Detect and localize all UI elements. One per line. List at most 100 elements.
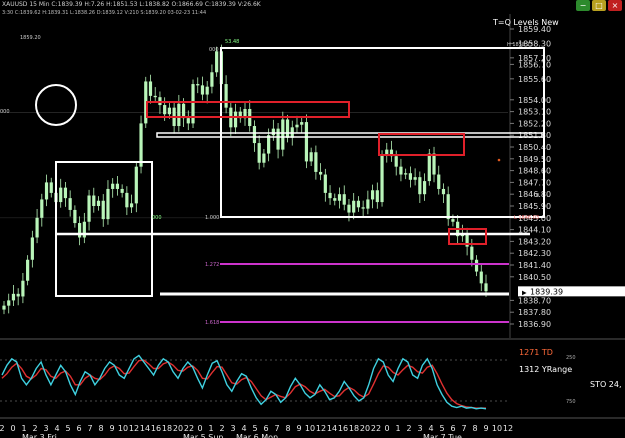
x-tick-label: 20	[173, 424, 183, 433]
y-tick-label: 1842.30	[518, 249, 551, 258]
candle-body	[115, 183, 120, 189]
ohlc-subline: 3:30 C:1839.62 H:1839.31 L:1838.26 D:183…	[2, 10, 207, 16]
x-tick-label: 2	[406, 424, 411, 433]
y-tick-label: 1850.40	[518, 143, 551, 152]
candle-body	[205, 86, 209, 95]
x-tick-label: 22	[184, 424, 194, 433]
circle-marker	[35, 84, 77, 126]
y-tick-label: 1854.00	[518, 96, 551, 105]
osc-750-label: 750	[566, 399, 576, 405]
current-price-arrow: ▶	[522, 289, 527, 296]
candle-body	[129, 203, 134, 208]
x-tick-label: 7	[461, 424, 466, 433]
box-bottom-left-label: 1.000	[205, 215, 219, 221]
candle-body	[441, 188, 446, 195]
x-tick-label: 2	[219, 424, 224, 433]
box-top-right-label: H 1858.13	[507, 42, 533, 48]
x-tick-label: 1	[208, 424, 213, 433]
candle-body	[200, 85, 205, 95]
x-tick-label: 10	[118, 424, 128, 433]
x-tick-label: 8	[285, 424, 290, 433]
x-tick-label: 1	[395, 424, 400, 433]
candle-body	[257, 143, 261, 163]
candle-body	[276, 128, 280, 150]
x-tick-label: 14	[140, 424, 150, 433]
candle-body	[262, 153, 266, 163]
close-button[interactable]: ×	[608, 0, 622, 11]
candle-body	[422, 181, 427, 195]
candle-body	[479, 271, 483, 284]
candle-body	[333, 198, 337, 201]
candle-body	[370, 190, 375, 200]
y-tick-label: 1840.50	[518, 273, 551, 282]
candle-body	[111, 183, 115, 189]
candle-body	[347, 204, 351, 213]
candle-body	[96, 200, 101, 206]
candle-body	[295, 124, 299, 128]
candle-body	[2, 305, 6, 310]
left-box-label: 000	[152, 215, 162, 221]
y-tick-label: 1853.10	[518, 108, 551, 117]
candle-body	[215, 51, 219, 73]
candle-body	[87, 195, 91, 222]
candle-body	[49, 182, 53, 193]
candle-body	[92, 195, 96, 206]
candle-body	[300, 122, 304, 125]
x-tick-label: 7	[87, 424, 92, 433]
current-price-label: 1839.39	[530, 287, 563, 296]
candle-body	[106, 188, 110, 220]
y-tick-label: 1856.70	[518, 60, 551, 69]
x-tick-label: 1	[21, 424, 26, 433]
symbol-readout: XAUUSD 15 Min C:1839.39 H:7.26 H:1851.53…	[2, 1, 261, 8]
candle-body	[186, 118, 190, 124]
candle-body	[177, 103, 181, 127]
candle-body	[21, 280, 25, 297]
candle-body	[7, 300, 11, 306]
x-tick-label: 2	[0, 424, 5, 433]
candle-body	[148, 81, 153, 96]
candle-body	[399, 166, 403, 175]
x-tick-label: 7	[274, 424, 279, 433]
indicator-title: T=Q Levels New	[493, 18, 559, 27]
date-label: Mar 6 Mon	[236, 433, 278, 438]
price-readout: 1859.20	[20, 35, 41, 41]
y-tick-label: 1846.80	[518, 190, 551, 199]
candle-body	[30, 237, 34, 260]
right-zero-label: 0	[536, 193, 539, 199]
candle-body	[446, 194, 450, 220]
x-tick-label: 6	[76, 424, 81, 433]
marker-dot	[497, 158, 501, 162]
candle-body	[404, 173, 408, 175]
candle-body	[73, 209, 77, 224]
y-tick-label: 1845.90	[518, 202, 551, 211]
x-tick-label: 10	[492, 424, 502, 433]
fib-1618-label: 1.618	[205, 320, 219, 326]
maximize-button[interactable]: □	[592, 0, 606, 11]
candle-body	[418, 177, 422, 195]
candle-body	[35, 217, 39, 238]
box-top-left-label: 000	[209, 47, 219, 53]
candle-body	[375, 190, 379, 203]
x-tick-label: 9	[296, 424, 301, 433]
candle-body	[342, 194, 346, 205]
candle-body	[125, 192, 129, 208]
x-tick-label: 12	[129, 424, 139, 433]
candle-body	[11, 293, 16, 301]
stoch-fast-line	[1, 354, 487, 410]
candle-body	[233, 111, 238, 128]
minimize-button[interactable]: −	[576, 0, 590, 11]
x-tick-label: 5	[439, 424, 444, 433]
y-tick-label: 1847.70	[518, 178, 551, 187]
candle-body	[413, 177, 417, 180]
y-tick-label: 1843.20	[518, 237, 551, 246]
candle-body	[101, 200, 105, 220]
x-tick-label: 18	[349, 424, 359, 433]
x-tick-label: 16	[338, 424, 348, 433]
candle-body	[163, 105, 167, 115]
candle-body	[408, 173, 412, 180]
window-controls: − □ ×	[576, 0, 622, 11]
y-tick-label: 1852.20	[518, 119, 551, 128]
candle-body	[323, 174, 327, 193]
osc-sto-label: STO 24,	[590, 380, 622, 389]
price-chart: 1859.401858.301857.201856.701855.601854.…	[0, 14, 625, 438]
